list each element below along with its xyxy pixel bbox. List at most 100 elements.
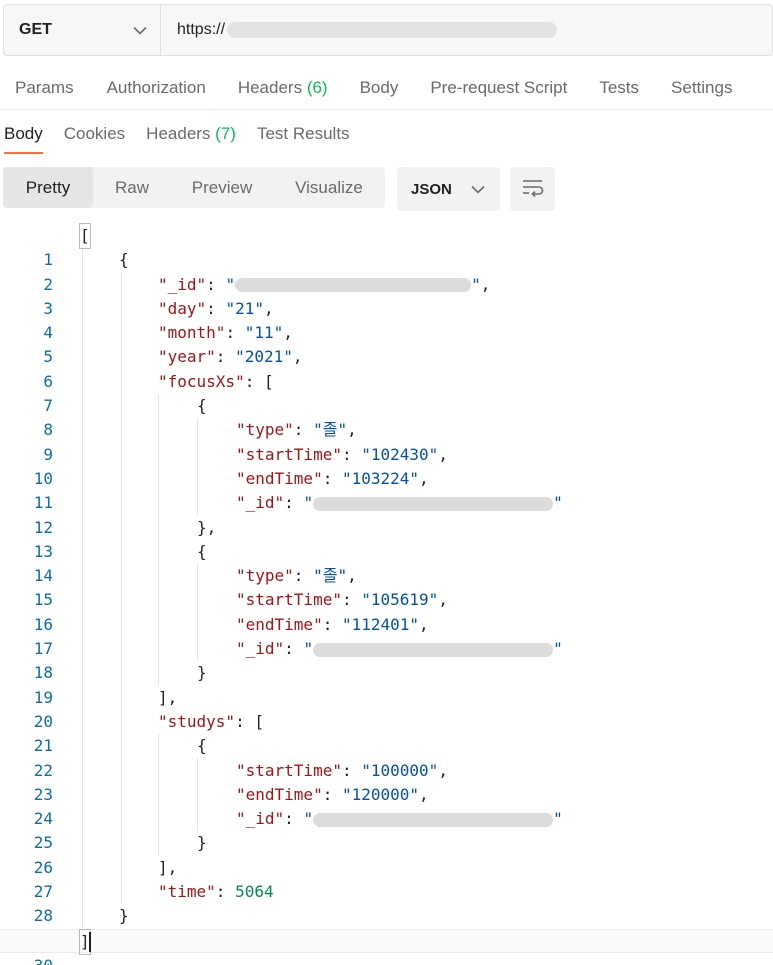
text-cursor <box>89 931 91 952</box>
wrap-lines-button[interactable] <box>510 167 555 211</box>
code-text: "_id": " " <box>236 493 563 513</box>
code-text: "studys": [ <box>158 711 264 731</box>
code-line: 29 } <box>0 904 773 949</box>
code-line: 4 "day": "21", <box>0 297 773 342</box>
tab-test-results[interactable]: Test Results <box>257 112 350 156</box>
code-line: 11 "endTime": "103224", <box>0 467 773 512</box>
redacted-value <box>313 642 554 657</box>
code-line: 10 "startTime": "102430", <box>0 443 773 488</box>
start-time-value: 102430 <box>370 444 429 464</box>
code-line: 24 "endTime": "120000", <box>0 783 773 828</box>
tab-tests[interactable]: Tests <box>599 78 639 98</box>
code-text: "type": "졸", <box>236 420 357 440</box>
code-text: ], <box>158 857 178 877</box>
chevron-down-icon <box>132 22 148 38</box>
view-visualize-button[interactable]: Visualize <box>273 167 385 208</box>
code-line: 16 "startTime": "105619", <box>0 588 773 633</box>
tab-settings[interactable]: Settings <box>671 78 732 98</box>
tab-body[interactable]: Body <box>360 78 399 98</box>
code-line: 3 "_id": " ", <box>0 273 773 318</box>
code-line: 5 "month": "11", <box>0 321 773 366</box>
code-line: 6 "year": "2021", <box>0 345 773 390</box>
type-value: 졸 <box>322 566 338 586</box>
code-text: }, <box>197 517 217 537</box>
code-text: "type": "졸", <box>236 566 357 586</box>
code-text: { <box>197 396 207 416</box>
code-line: 20 ], <box>0 686 773 731</box>
format-select[interactable]: JSON <box>397 167 500 211</box>
request-tabs: Params Authorization Headers (6) Body Pr… <box>0 66 773 110</box>
tab-params[interactable]: Params <box>15 78 74 98</box>
tab-headers-label: Headers <box>237 77 303 97</box>
tab-response-headers-count: (7) <box>215 124 236 143</box>
start-time-value: 105619 <box>370 590 429 610</box>
end-time-value: 120000 <box>351 784 410 804</box>
code-line: 2 { <box>0 248 773 293</box>
start-time-value: 100000 <box>370 760 429 780</box>
bracket-match: [ <box>79 222 91 250</box>
method-select[interactable]: GET <box>4 5 161 55</box>
redacted-value <box>313 812 554 827</box>
view-raw-button[interactable]: Raw <box>93 167 171 208</box>
code-text: "_id": " " <box>236 639 563 659</box>
response-body-viewer[interactable]: 1 [ 2 { 3 "_id": " ", 4 "day": "21", 5 "m… <box>0 222 773 965</box>
view-preview-button[interactable]: Preview <box>171 167 273 208</box>
code-text: "_id": " ", <box>158 274 491 294</box>
code-line: 14 { <box>0 540 773 585</box>
code-text: "_id": " " <box>236 809 563 829</box>
end-time-value: 103224 <box>351 468 410 488</box>
code-line: 19 } <box>0 661 773 706</box>
tab-authorization[interactable]: Authorization <box>107 78 206 98</box>
code-text: "startTime": "102430", <box>236 444 448 464</box>
code-text: } <box>119 906 129 926</box>
method-label: GET <box>19 21 52 38</box>
code-text: { <box>119 250 129 270</box>
tab-response-body[interactable]: Body <box>4 112 43 156</box>
code-line: 12 "_id": " " <box>0 491 773 536</box>
type-value: 졸 <box>322 420 338 440</box>
code-text: } <box>197 663 207 683</box>
code-text: "endTime": "112401", <box>236 614 429 634</box>
line-number: 30 <box>0 954 53 965</box>
tab-pre-request-script[interactable]: Pre-request Script <box>430 78 567 98</box>
url-input[interactable]: https:// <box>161 5 772 55</box>
tab-cookies[interactable]: Cookies <box>64 112 125 156</box>
code-text: "startTime": "105619", <box>236 590 448 610</box>
tab-response-headers-label: Headers <box>146 124 211 143</box>
code-text: ], <box>158 687 178 707</box>
code-line: 15 "type": "졸", <box>0 564 773 609</box>
code-line: 7 "focusXs": [ <box>0 370 773 415</box>
request-url-bar: GET https:// <box>3 4 773 56</box>
code-line: 26 } <box>0 831 773 876</box>
format-label: JSON <box>411 180 452 198</box>
code-line: 27 ], <box>0 856 773 901</box>
time-value: 5064 <box>235 882 274 902</box>
code-text: "month": "11", <box>158 323 293 343</box>
code-line: 18 "_id": " " <box>0 637 773 682</box>
response-tabs: Body Cookies Headers (7) Test Results <box>0 112 773 156</box>
code-line: 21 "studys": [ <box>0 710 773 755</box>
code-text: "time": 5064 <box>158 882 274 902</box>
code-line: 23 "startTime": "100000", <box>0 759 773 804</box>
code-line: 17 "endTime": "112401", <box>0 613 773 658</box>
view-mode-group: Pretty Raw Preview Visualize <box>3 167 385 208</box>
day-value: 21 <box>235 298 255 318</box>
code-line: 28 "time": 5064 <box>0 880 773 925</box>
code-line: 13 }, <box>0 516 773 561</box>
view-pretty-button[interactable]: Pretty <box>3 167 93 208</box>
code-text: [ <box>79 222 91 250</box>
code-text: } <box>197 833 207 853</box>
tab-response-headers[interactable]: Headers (7) <box>146 112 236 156</box>
code-text: { <box>197 736 207 756</box>
code-text: "day": "21", <box>158 298 274 318</box>
end-time-value: 112401 <box>351 614 410 634</box>
code-line: 22 { <box>0 734 773 779</box>
tab-headers[interactable]: Headers (6) <box>238 78 328 98</box>
url-text: https:// <box>177 21 226 38</box>
redacted-value <box>313 496 554 511</box>
code-text: { <box>197 541 207 561</box>
code-text: "endTime": "120000", <box>236 784 429 804</box>
year-value: 2021 <box>244 347 284 367</box>
tab-headers-count: (6) <box>306 77 328 97</box>
chevron-down-icon <box>470 181 486 197</box>
